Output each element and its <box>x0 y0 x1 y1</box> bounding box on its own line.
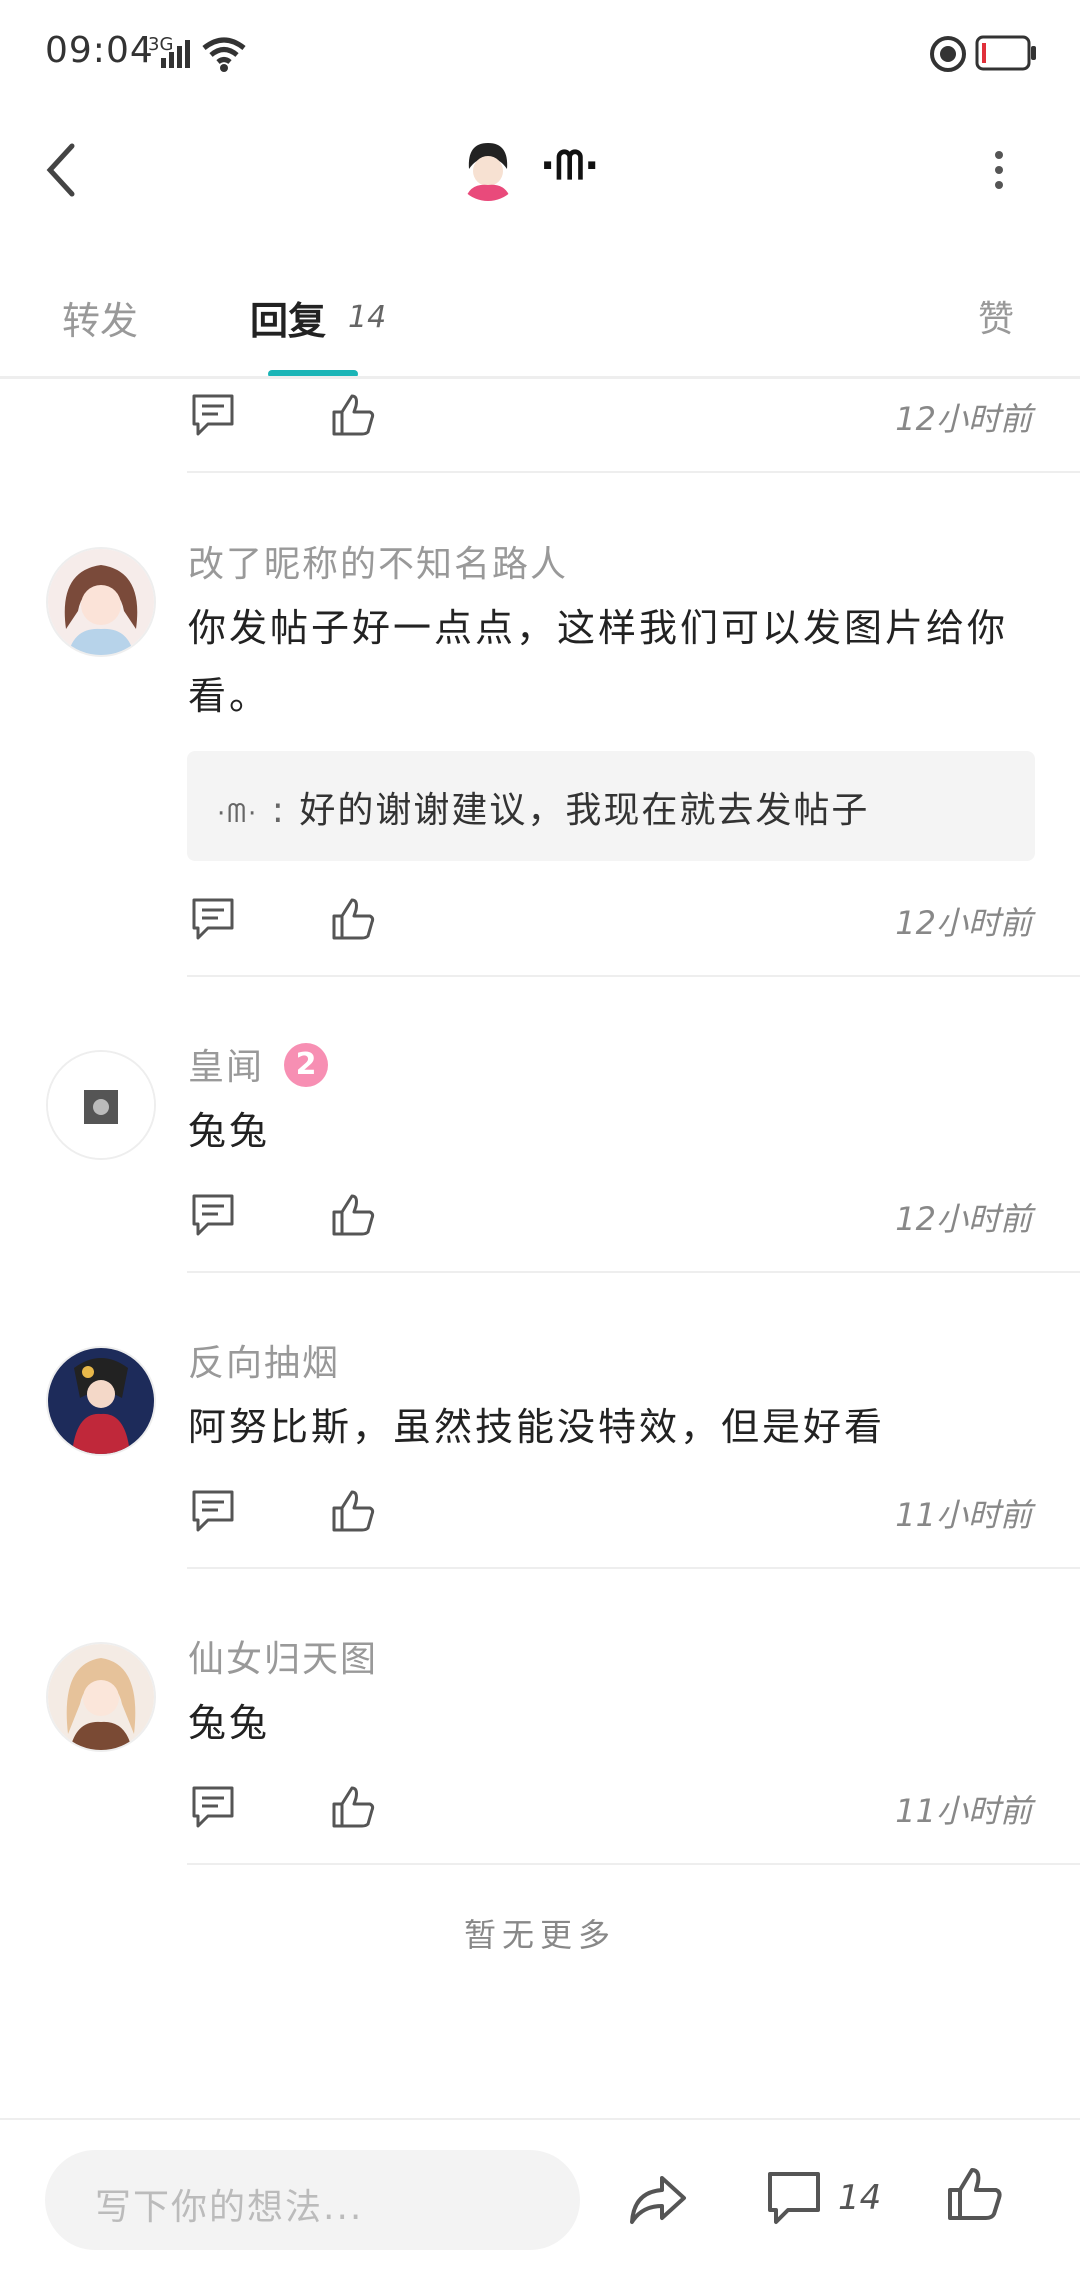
share-icon[interactable] <box>628 2172 688 2228</box>
header-avatar[interactable] <box>455 135 521 201</box>
reply-count: 14 <box>348 300 387 335</box>
status-circle-icon <box>930 36 966 72</box>
avatar[interactable] <box>46 1642 156 1752</box>
comment-icon[interactable] <box>190 1488 236 1534</box>
comment-input[interactable]: 写下你的想法... <box>45 2150 580 2250</box>
back-arrow-icon[interactable] <box>40 140 80 200</box>
avatar[interactable] <box>46 547 156 657</box>
comment-input-placeholder: 写下你的想法... <box>95 2187 364 2228</box>
comment-divider <box>187 1271 1080 1273</box>
comment-text: 兔兔 <box>188 1701 271 1745</box>
like-icon[interactable] <box>330 1488 376 1534</box>
more-options-icon[interactable] <box>994 150 1004 190</box>
comment-author[interactable]: 皇闻 <box>188 1038 264 1090</box>
wifi-icon <box>202 37 246 72</box>
comment-icon[interactable] <box>190 896 236 942</box>
like-icon[interactable] <box>330 896 376 942</box>
header-title: ·ᗰ· <box>540 143 600 189</box>
quote-text: 好的谢谢建议，我现在就去发帖子 <box>299 790 870 831</box>
comment-time: 12小时前 <box>895 400 1032 438</box>
comment-count: 14 <box>838 2178 882 2218</box>
signal-icon <box>161 40 190 68</box>
status-bar: 09:04 3G <box>0 0 1080 110</box>
comment-text: 兔兔 <box>188 1109 271 1153</box>
like-icon[interactable] <box>330 1192 376 1238</box>
comment-icon[interactable] <box>766 2170 822 2226</box>
comment-divider <box>187 1567 1080 1569</box>
comment-divider <box>187 975 1080 977</box>
comment-time: 11小时前 <box>895 1792 1032 1830</box>
comment-text: 阿努比斯，虽然技能没特效，但是好看 <box>188 1405 886 1449</box>
tab-like[interactable]: 赞 <box>978 290 1014 342</box>
comment-icon[interactable] <box>190 1784 236 1830</box>
comment-divider <box>187 471 1080 473</box>
tab-reply[interactable]: 回复 <box>250 290 326 345</box>
like-icon[interactable] <box>946 2166 1002 2222</box>
quoted-reply[interactable]: ·ᗰ· : 好的谢谢建议，我现在就去发帖子 <box>187 751 1035 861</box>
bottom-divider <box>0 2118 1080 2120</box>
like-icon[interactable] <box>330 1784 376 1830</box>
comment-icon[interactable] <box>190 1192 236 1238</box>
comment-author[interactable]: 反向抽烟 <box>188 1334 340 1386</box>
like-icon[interactable] <box>330 392 376 438</box>
battery-icon <box>975 35 1036 71</box>
avatar[interactable] <box>46 1346 156 1456</box>
tabs-divider <box>0 376 1080 379</box>
comment-author[interactable]: 仙女归天图 <box>188 1630 378 1682</box>
avatar[interactable] <box>46 1050 156 1160</box>
level-badge: 2 <box>284 1043 328 1087</box>
tab-forward[interactable]: 转发 <box>62 290 138 345</box>
comment-time: 11小时前 <box>895 1496 1032 1534</box>
quote-author: ·ᗰ· <box>217 799 259 829</box>
comment-text: 你发帖子好一点点，这样我们可以发图片给你看。 <box>188 606 1009 718</box>
comment-author[interactable]: 改了昵称的不知名路人 <box>188 535 568 587</box>
comment-time: 12小时前 <box>895 1200 1032 1238</box>
comment-time: 12小时前 <box>895 904 1032 942</box>
comment-divider <box>187 1863 1080 1865</box>
status-time: 09:04 <box>45 30 154 71</box>
comment-icon[interactable] <box>190 392 236 438</box>
no-more-text: 暂无更多 <box>463 1916 616 1954</box>
